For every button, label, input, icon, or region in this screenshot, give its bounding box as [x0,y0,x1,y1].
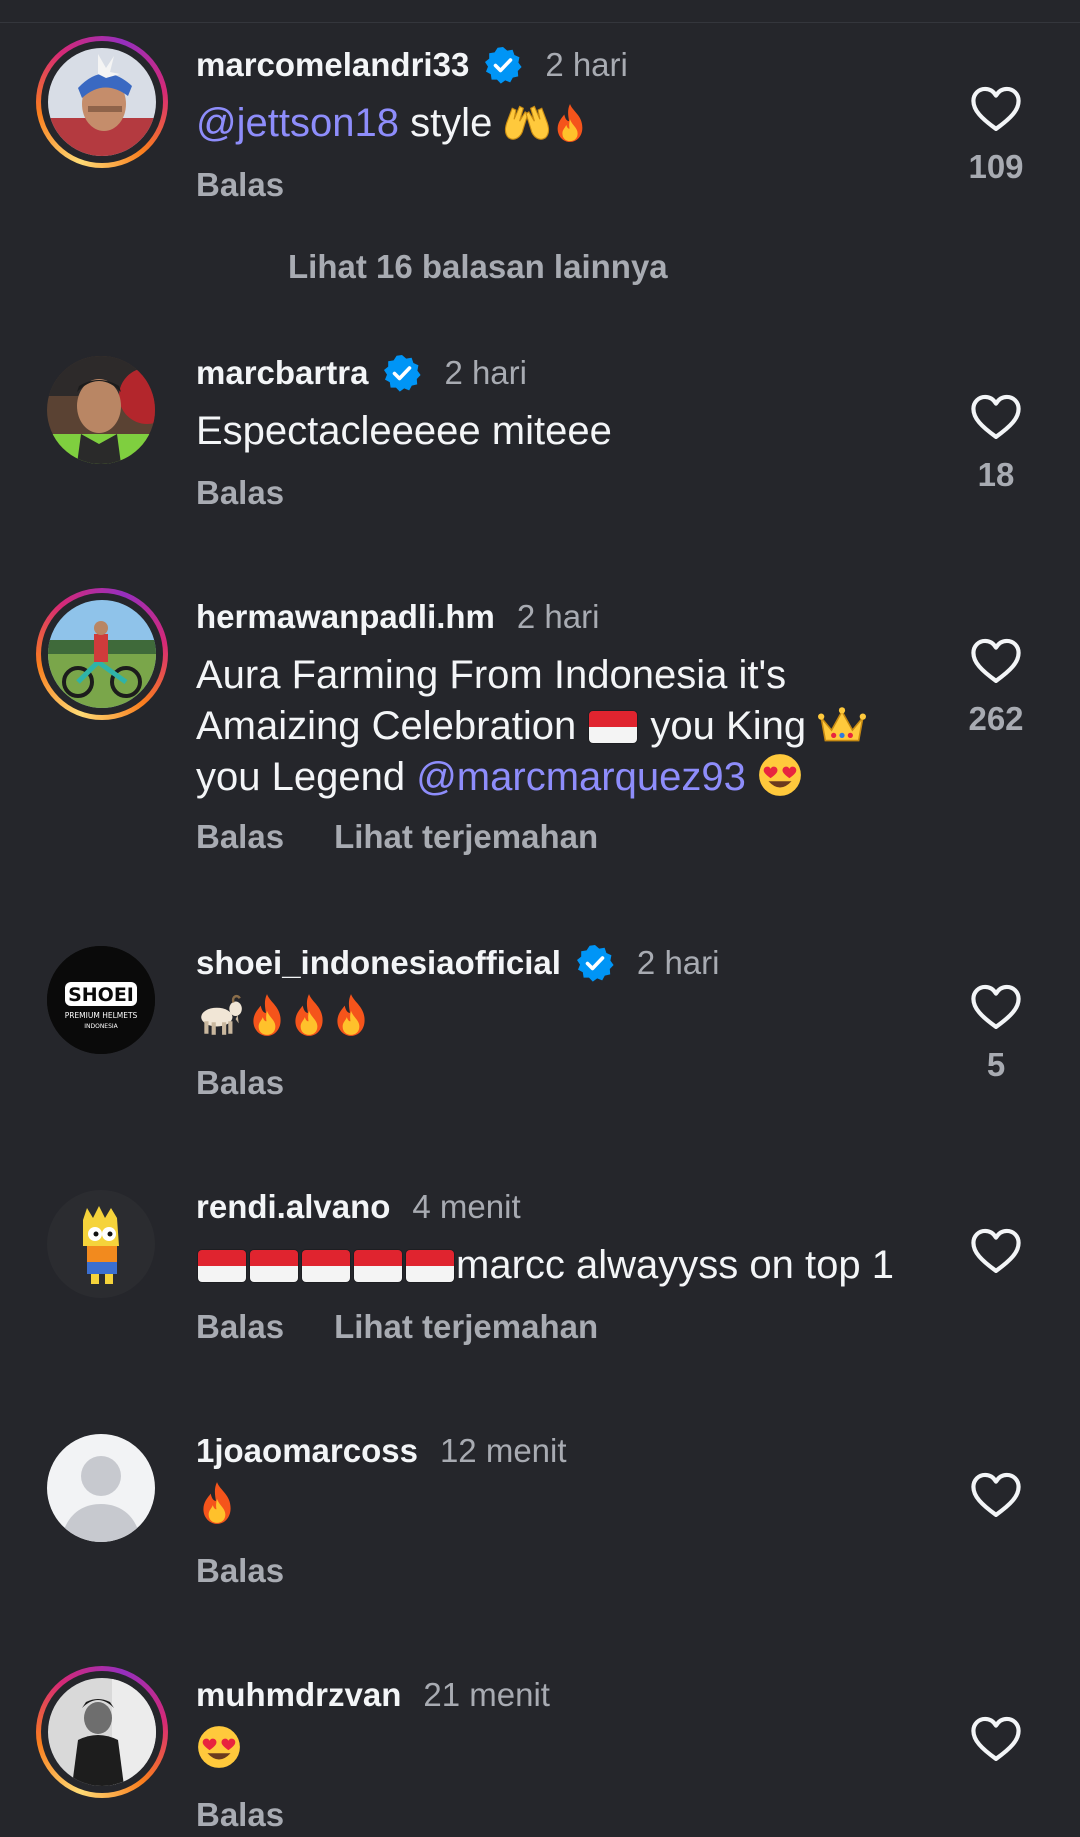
top-divider [0,0,1080,23]
avatar[interactable] [47,356,155,464]
reply-button[interactable]: Balas [196,166,284,204]
indonesia-flag-icon [406,1250,454,1282]
heart-icon[interactable] [970,1472,1022,1518]
fire-icon [246,992,288,1038]
timestamp: 2 hari [444,354,527,391]
username[interactable]: marcbartra [196,354,368,392]
username[interactable]: 1joaomarcoss [196,1432,418,1470]
reply-button[interactable]: Balas [196,474,284,512]
heart-eyes-icon [196,1724,242,1770]
avatar[interactable] [47,1190,155,1298]
username[interactable]: rendi.alvano [196,1188,390,1226]
avatar-story-ring[interactable] [36,36,168,168]
comment-text: marcc alwayyss on top 1 [196,1240,936,1291]
avatar-story-ring[interactable] [36,588,168,720]
fire-icon [288,992,330,1038]
username[interactable]: muhmdrzvan [196,1676,401,1714]
reply-button[interactable]: Balas [196,1796,284,1834]
crown-icon [817,705,867,747]
like-count: 262 [968,700,1024,737]
comment-text [196,1724,936,1775]
indonesia-flag-icon [354,1250,402,1282]
mention-link[interactable]: @jettson18 [196,101,399,145]
reply-button[interactable]: Balas [196,818,284,856]
reply-button[interactable]: Balas [196,1308,284,1346]
timestamp: 4 menit [412,1188,521,1225]
timestamp: 12 menit [439,1432,567,1469]
raising-hands-icon [503,102,551,144]
like-count: 18 [977,456,1015,493]
indonesia-flag-icon [250,1250,298,1282]
fire-icon [330,992,372,1038]
avatar [48,600,156,708]
timestamp: 2 hari [545,46,628,83]
heart-icon[interactable] [970,638,1022,684]
avatar[interactable]: SHOEI PREMIUM HELMETS INDONESIA [47,946,155,1054]
fire-icon [551,102,589,144]
goat-icon [196,992,246,1038]
reply-button[interactable]: Balas [196,1552,284,1590]
reply-button[interactable]: Balas [196,1064,284,1102]
svg-text:PREMIUM HELMETS: PREMIUM HELMETS [65,1011,138,1020]
username[interactable]: shoei_indonesiaofficial [196,944,561,982]
see-translation-button[interactable]: Lihat terjemahan [334,818,598,856]
timestamp: 2 hari [516,598,600,635]
see-translation-button[interactable]: Lihat terjemahan [334,1308,598,1346]
comment-text [196,992,936,1043]
svg-text:SHOEI: SHOEI [68,984,134,1006]
mention-link[interactable]: @marcmarquez93 [416,755,746,799]
indonesia-flag-icon [198,1250,246,1282]
comment-text [196,1480,936,1531]
avatar [48,1678,156,1786]
verified-badge-icon [575,943,615,983]
avatar [48,48,156,156]
svg-text:INDONESIA: INDONESIA [84,1023,118,1030]
comment-text: @jettson18 style [196,98,936,149]
comment-text: Espectacleeeee miteee [196,409,612,453]
timestamp: 21 menit [423,1676,550,1713]
heart-icon[interactable] [970,984,1022,1030]
timestamp: 2 hari [636,944,720,981]
comment-text: Aura Farming From Indonesia it's Amaizin… [196,650,936,803]
view-more-replies-button[interactable]: Lihat 16 balasan lainnya [288,248,668,286]
heart-icon[interactable] [970,1716,1022,1762]
fire-icon [196,1480,238,1526]
like-count: 109 [968,148,1024,185]
verified-badge-icon [382,353,422,393]
indonesia-flag-icon [589,711,638,743]
heart-icon[interactable] [970,86,1022,132]
avatar-story-ring[interactable] [36,1666,168,1798]
indonesia-flag-icon [302,1250,350,1282]
username[interactable]: hermawanpadli.hm [196,598,495,636]
avatar[interactable] [47,1434,155,1542]
heart-icon[interactable] [970,1228,1022,1274]
verified-badge-icon [483,45,523,85]
heart-eyes-icon [757,752,803,798]
heart-icon[interactable] [970,394,1022,440]
like-count: 5 [986,1046,1006,1083]
username[interactable]: marcomelandri33 [196,46,469,84]
